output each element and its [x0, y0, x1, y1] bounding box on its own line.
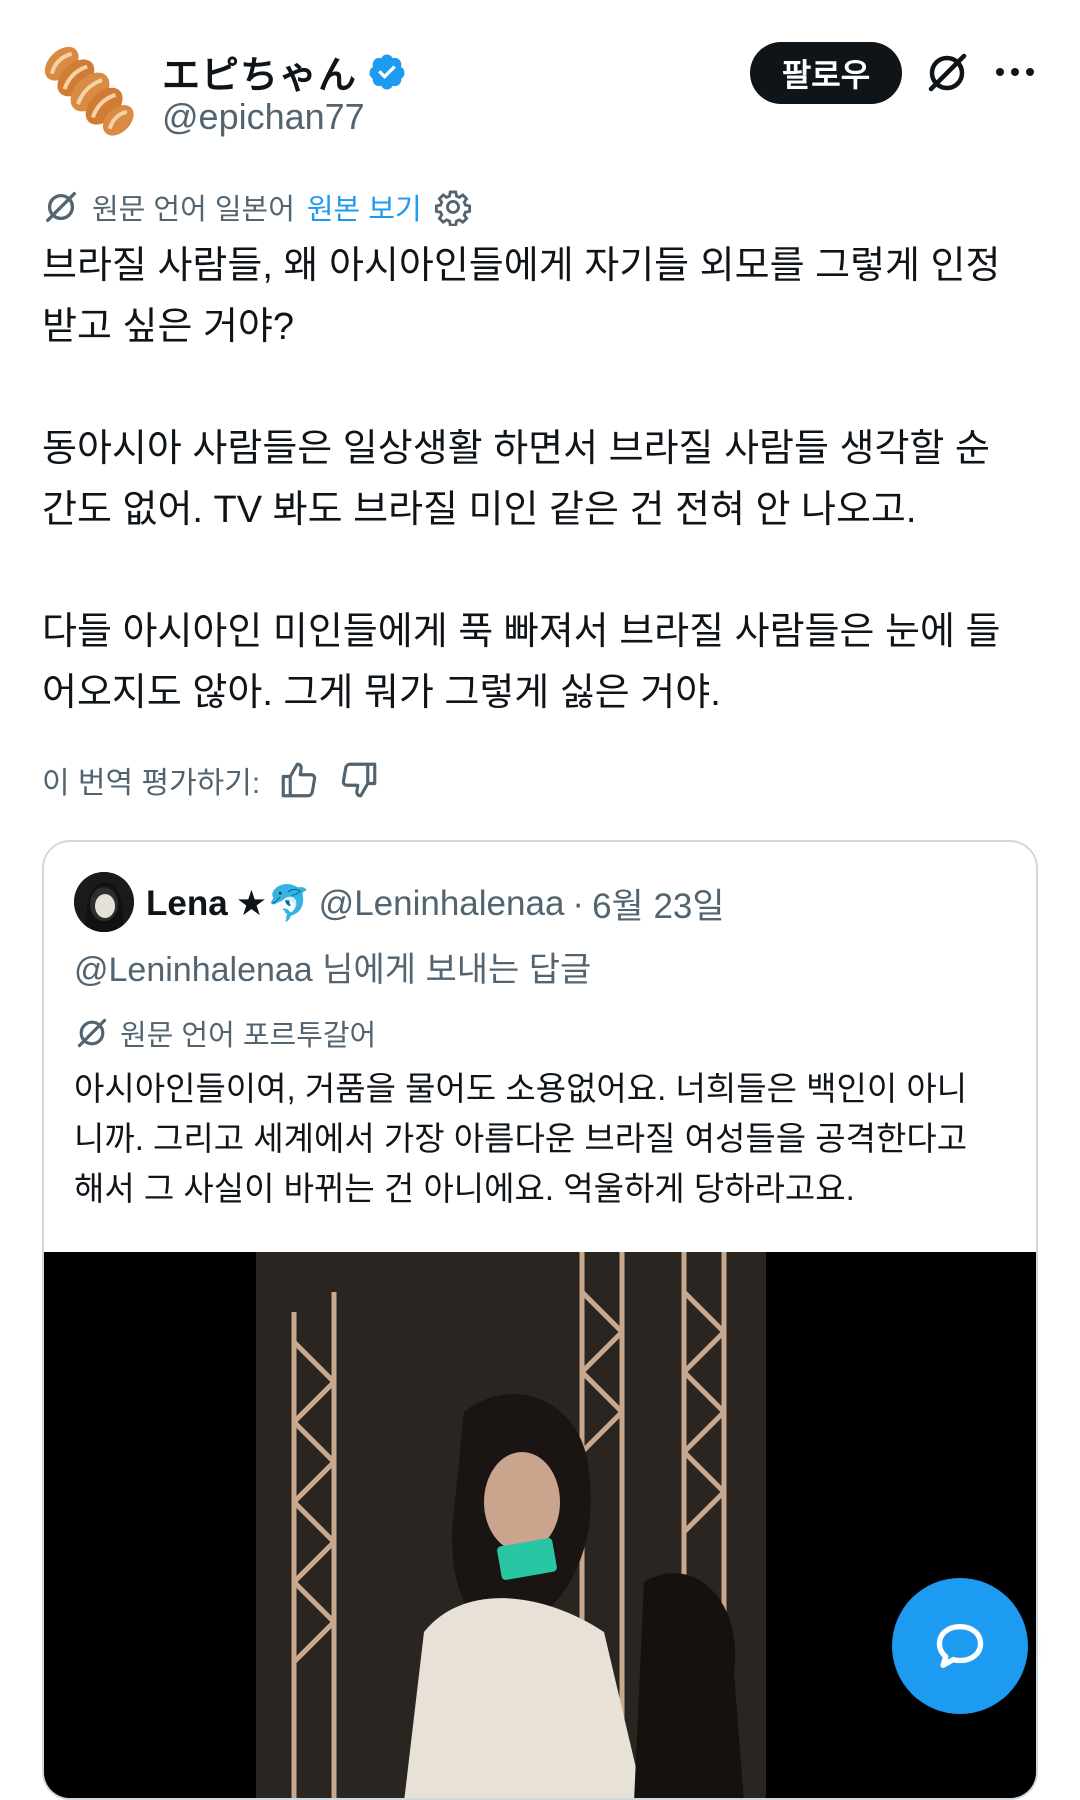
thumbs-down-icon[interactable] — [338, 759, 380, 801]
quoted-translation-info: 원문 언어 포르투갈어 — [74, 1012, 376, 1054]
quoted-handle[interactable]: @Leninhalenaa — [319, 884, 565, 924]
quoted-name-badges: ★🐬 — [235, 884, 311, 923]
source-language-label: 원문 언어 일본어 — [92, 194, 295, 226]
author-name-row[interactable]: エピちゃん — [162, 44, 407, 99]
quoted-display-name[interactable]: Lena — [146, 884, 228, 924]
compose-reply-icon — [936, 1624, 984, 1668]
quoted-reply-to: @Leninhalenaa 님에게 보내는 답글 — [74, 951, 592, 989]
tweet-header: エピちゃん @epichan77 팔로우 — [0, 0, 1080, 150]
tweet-text: 브라질 사람들, 왜 아시아인들에게 자기들 외모를 그렇게 인정 받고 싶은 … — [42, 236, 1042, 724]
quoted-video[interactable] — [44, 1252, 1036, 1798]
quoted-source-language-label: 원문 언어 포르투갈어 — [120, 1020, 377, 1052]
quoted-date[interactable]: 6월 23일 — [592, 878, 725, 929]
grok-icon[interactable] — [922, 48, 972, 98]
separator-dot: · — [572, 883, 585, 923]
more-dots-icon[interactable] — [990, 52, 1040, 92]
tweet-paragraph-spacer — [42, 358, 1042, 419]
tweet-paragraph-spacer — [42, 541, 1042, 602]
quoted-author-avatar[interactable] — [74, 872, 134, 932]
concert-video-still — [44, 1252, 1036, 1798]
verified-badge-icon — [369, 54, 405, 89]
tweet-paragraph: 브라질 사람들, 왜 아시아인들에게 자기들 외모를 그렇게 인정 받고 싶은 … — [42, 245, 1001, 348]
quoted-author-row[interactable]: Lena ★🐬 @Leninhalenaa · 6월 23일 — [146, 878, 725, 929]
compose-reply-button[interactable] — [892, 1578, 1028, 1714]
person-photo-icon — [74, 872, 134, 932]
braided-bread-icon — [44, 46, 134, 136]
thumbs-up-icon[interactable] — [278, 759, 320, 801]
author-handle[interactable]: @epichan77 — [162, 96, 365, 138]
quoted-tweet-card[interactable]: Lena ★🐬 @Leninhalenaa · 6월 23일 @Leninhal… — [42, 840, 1038, 1800]
author-display-name[interactable]: エピちゃん — [162, 44, 357, 99]
grok-translate-icon — [77, 1018, 107, 1048]
tweet-paragraph: 동아시아 사람들은 일상생활 하면서 브라질 사람들 생각할 순 간도 없어. … — [42, 428, 990, 531]
follow-button[interactable]: 팔로우 — [750, 42, 902, 104]
gear-icon[interactable] — [434, 188, 472, 226]
rate-translation-row: 이 번역 평가하기: — [42, 758, 380, 802]
grok-translate-icon — [46, 192, 76, 222]
translation-info-row: 원문 언어 일본어 원본 보기 — [42, 186, 472, 228]
quoted-tweet-text: 아시아인들이여, 거품을 물어도 소용없어요. 너희들은 백인이 아니 니까. … — [74, 1070, 968, 1207]
tweet-paragraph: 다들 아시아인 미인들에게 푹 빠져서 브라질 사람들은 눈에 들 어오지도 않… — [42, 611, 1001, 714]
rate-translation-label: 이 번역 평가하기: — [42, 767, 261, 800]
author-avatar[interactable] — [42, 38, 138, 146]
show-original-link[interactable]: 원본 보기 — [307, 186, 422, 228]
